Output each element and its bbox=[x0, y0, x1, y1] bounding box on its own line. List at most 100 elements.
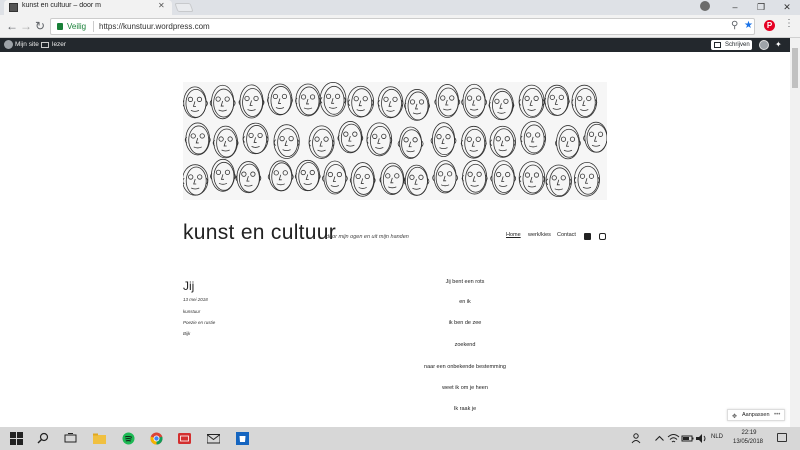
browser-tab[interactable]: kunst en cultuur – door m ✕ bbox=[4, 0, 172, 15]
reader-icon[interactable] bbox=[41, 42, 49, 48]
reader-link[interactable]: lezer bbox=[52, 41, 66, 48]
write-icon bbox=[714, 42, 721, 48]
wifi-icon[interactable] bbox=[667, 432, 680, 445]
poem-line: weet ik om je heen bbox=[442, 385, 488, 391]
file-explorer-icon[interactable] bbox=[93, 432, 106, 445]
write-label: Schrijven bbox=[725, 42, 750, 48]
windows-start-icon[interactable] bbox=[10, 432, 23, 445]
wordpress-logo-icon[interactable] bbox=[4, 40, 13, 49]
language-indicator[interactable]: NLD bbox=[711, 434, 723, 440]
url-separator bbox=[93, 21, 94, 32]
post-date[interactable]: 13 mei 2018 bbox=[183, 297, 208, 302]
sketched-face bbox=[379, 162, 406, 195]
sketched-face bbox=[490, 160, 517, 195]
sketched-face bbox=[377, 86, 404, 119]
mail-icon[interactable] bbox=[207, 432, 220, 445]
sketched-face bbox=[212, 125, 239, 159]
bookmark-star-icon[interactable]: ★ bbox=[744, 20, 753, 31]
chevron-up-icon[interactable] bbox=[653, 432, 666, 445]
my-site-link[interactable]: Mijn site bbox=[15, 41, 39, 48]
sketched-face bbox=[238, 84, 265, 119]
sketched-face bbox=[295, 83, 321, 117]
sketched-face bbox=[520, 121, 547, 155]
maximize-button[interactable]: ❐ bbox=[748, 0, 774, 15]
nav-contact[interactable]: Contact bbox=[557, 232, 576, 238]
avatar[interactable] bbox=[759, 40, 769, 50]
tab-close-icon[interactable]: ✕ bbox=[158, 1, 165, 10]
people-icon[interactable] bbox=[631, 432, 644, 445]
action-center-icon[interactable] bbox=[777, 433, 787, 442]
sketched-face bbox=[321, 160, 348, 195]
sketched-face bbox=[460, 125, 487, 159]
poem-line: naar een onbekende bestemming bbox=[424, 364, 506, 370]
nav-home[interactable]: Home bbox=[506, 232, 521, 238]
post-title[interactable]: Jij bbox=[183, 279, 194, 293]
address-bar[interactable]: Veilig https://kunstuur.wordpress.com ⚲ … bbox=[50, 18, 755, 35]
scroll-thumb[interactable] bbox=[792, 48, 798, 88]
sketched-face bbox=[518, 161, 546, 195]
sketched-face bbox=[183, 164, 209, 196]
sketched-face bbox=[583, 121, 607, 153]
chrome-icon[interactable] bbox=[150, 432, 163, 445]
back-icon[interactable]: ← bbox=[6, 19, 18, 33]
sketched-face bbox=[267, 83, 293, 116]
nav-work[interactable]: werk/kies bbox=[528, 232, 551, 238]
customize-more-icon[interactable]: ••• bbox=[774, 410, 780, 421]
site-favicon-icon bbox=[9, 3, 18, 12]
close-window-button[interactable]: ✕ bbox=[774, 0, 800, 15]
sketched-face bbox=[461, 160, 488, 195]
app-red-icon[interactable] bbox=[178, 432, 191, 445]
site-title[interactable]: kunst en cultuur bbox=[183, 221, 336, 245]
post-tag[interactable]: Bijk bbox=[183, 331, 190, 336]
profile-icon[interactable] bbox=[700, 1, 710, 11]
battery-icon[interactable] bbox=[681, 432, 694, 445]
sketched-face bbox=[242, 122, 269, 155]
faces-drawing bbox=[183, 82, 607, 198]
search-icon[interactable] bbox=[37, 432, 50, 445]
facebook-icon[interactable] bbox=[584, 233, 591, 240]
sketched-face bbox=[555, 125, 581, 160]
sketched-face bbox=[349, 162, 376, 197]
sketched-face bbox=[347, 85, 375, 118]
sketched-face bbox=[397, 126, 424, 159]
minimize-button[interactable]: – bbox=[722, 0, 748, 15]
customize-button[interactable]: ✥ Aanpassen ••• bbox=[727, 409, 785, 421]
post-category[interactable]: Poezie en rustie bbox=[183, 320, 215, 325]
instagram-icon[interactable] bbox=[599, 233, 606, 240]
forward-icon[interactable]: → bbox=[20, 19, 32, 33]
clock-date[interactable]: 13/05/2018 bbox=[728, 439, 768, 445]
write-button[interactable]: Schrijven bbox=[711, 40, 752, 50]
sketched-face bbox=[404, 89, 430, 121]
spotify-icon[interactable] bbox=[122, 432, 135, 445]
sketched-face bbox=[337, 121, 364, 154]
sketched-face bbox=[235, 161, 262, 194]
sketched-face bbox=[545, 164, 572, 198]
sketched-face bbox=[210, 158, 236, 192]
sketched-face bbox=[183, 86, 208, 119]
page-scrollbar[interactable] bbox=[790, 38, 800, 427]
poem-line: en ik bbox=[459, 299, 471, 305]
store-icon[interactable] bbox=[236, 432, 249, 445]
new-tab-button[interactable] bbox=[174, 3, 194, 12]
sketched-face bbox=[209, 84, 236, 120]
pinterest-extension-icon[interactable]: P bbox=[764, 20, 775, 31]
sketched-face bbox=[434, 84, 461, 118]
sketched-face bbox=[366, 122, 393, 157]
notifications-icon[interactable]: ✦ bbox=[775, 40, 782, 49]
browser-menu-icon[interactable]: ⋮ bbox=[784, 18, 794, 29]
sketched-face bbox=[267, 160, 294, 192]
volume-icon[interactable] bbox=[695, 432, 708, 445]
task-view-icon[interactable] bbox=[64, 432, 77, 445]
site-tagline: door mijn ogen en uit mijn handen bbox=[326, 234, 409, 240]
sketched-face bbox=[574, 161, 600, 197]
url-text[interactable]: https://kunstuur.wordpress.com bbox=[99, 22, 210, 31]
clock-time[interactable]: 22:19 bbox=[732, 430, 766, 436]
poem-line: zoekend bbox=[454, 342, 476, 348]
poem-line: Jij bent een rots bbox=[445, 279, 485, 285]
sketched-face bbox=[403, 164, 430, 196]
post-author[interactable]: kunstuur bbox=[183, 309, 200, 314]
lock-icon bbox=[57, 23, 63, 30]
customize-icon: ✥ bbox=[732, 414, 738, 420]
zoom-icon[interactable]: ⚲ bbox=[731, 20, 738, 31]
reload-icon[interactable]: ↻ bbox=[35, 19, 45, 33]
